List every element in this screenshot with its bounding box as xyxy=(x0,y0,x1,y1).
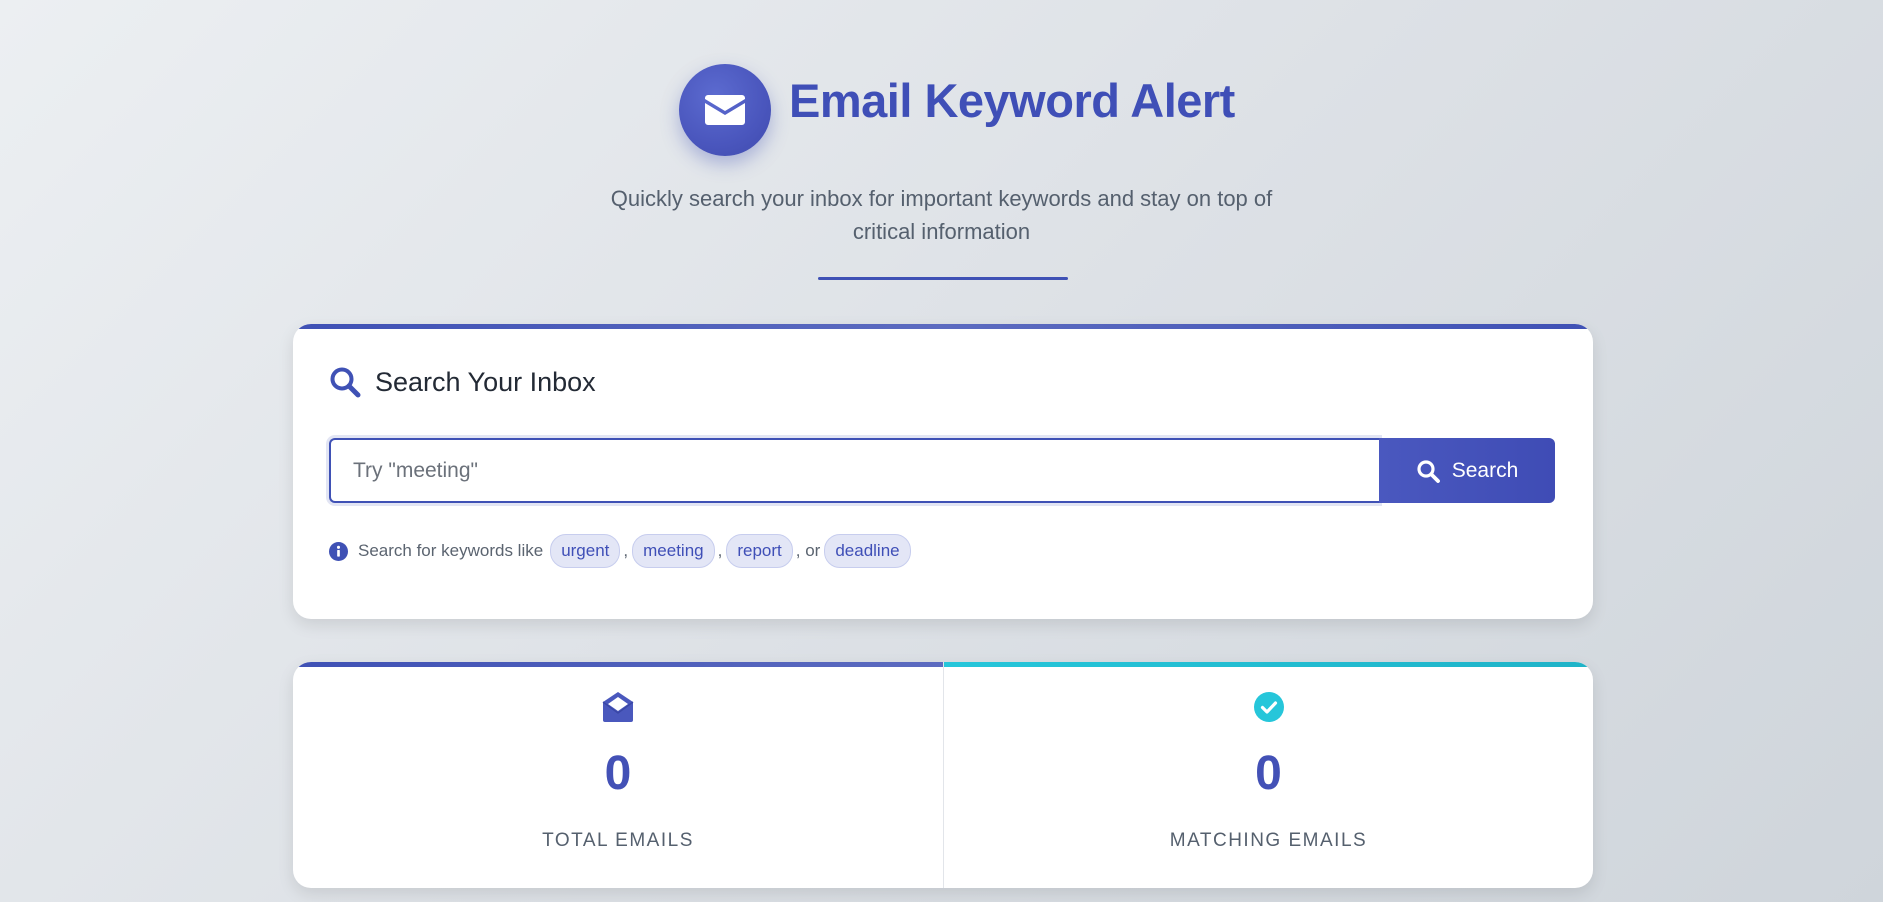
brand: Email Keyword Alert xyxy=(679,63,1235,157)
page-subtitle: Quickly search your inbox for important … xyxy=(610,186,1273,244)
keyword-chip-report[interactable]: report xyxy=(726,534,793,568)
info-icon xyxy=(329,541,348,561)
hint-separator: , or xyxy=(795,541,821,560)
search-hint: Search for keywords like urgent , meetin… xyxy=(329,533,911,569)
keyword-chip-deadline[interactable]: deadline xyxy=(824,534,911,568)
hint-text: Search for keywords like xyxy=(358,541,544,560)
search-card-title: Search Your Inbox xyxy=(375,366,596,397)
envelope-open-icon xyxy=(602,692,634,722)
envelope-icon xyxy=(705,95,745,125)
header-divider xyxy=(818,277,1068,280)
stat-total-emails: 0 TOTAL EMAILS xyxy=(293,662,943,888)
search-input[interactable] xyxy=(329,438,1379,503)
keyword-chip-urgent[interactable]: urgent xyxy=(550,534,621,568)
page-title: Email Keyword Alert xyxy=(789,73,1235,127)
page-header: Email Keyword Alert Quickly search your … xyxy=(0,0,1883,300)
search-form: Search xyxy=(329,438,1555,503)
stat-accent-bar xyxy=(293,662,943,667)
hint-separator: , xyxy=(717,541,723,560)
hint-separator: , xyxy=(623,541,629,560)
stat-matching-emails: 0 MATCHING EMAILS xyxy=(943,662,1593,888)
search-button[interactable]: Search xyxy=(1379,438,1555,503)
total-emails-label: TOTAL EMAILS xyxy=(542,830,694,851)
search-icon xyxy=(330,367,361,398)
total-emails-count: 0 xyxy=(604,747,632,800)
stat-accent-bar xyxy=(944,662,1593,667)
logo xyxy=(679,64,771,156)
keyword-chip-meeting[interactable]: meeting xyxy=(632,534,715,568)
search-button-label: Search xyxy=(1451,458,1519,482)
search-card-heading: Search Your Inbox xyxy=(329,366,596,398)
stats-card: 0 TOTAL EMAILS 0 MATCHING EMAILS xyxy=(293,662,1593,888)
matching-emails-label: MATCHING EMAILS xyxy=(1169,830,1368,851)
matching-emails-count: 0 xyxy=(1255,747,1282,800)
check-circle-icon xyxy=(1253,692,1284,722)
search-icon xyxy=(1417,459,1440,483)
